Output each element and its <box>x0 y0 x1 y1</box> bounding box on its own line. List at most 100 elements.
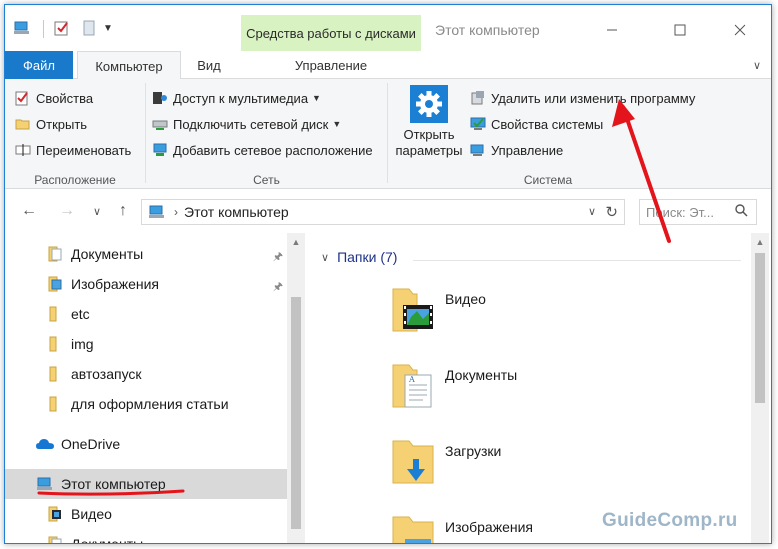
folder-downloads[interactable]: Загрузки <box>389 437 501 485</box>
rename-label: Переименовать <box>36 142 132 158</box>
network-drive-icon <box>152 116 168 132</box>
pin-icon[interactable]: 🖈 <box>273 248 283 267</box>
explorer-window: ▼ Средства работы с дисками Этот компьют… <box>4 4 772 544</box>
minimize-button[interactable] <box>589 15 635 45</box>
nav-scrollbar[interactable]: ▲ <box>287 233 305 543</box>
ribbon: Свойства Открыть Переименовать Расположе… <box>5 79 771 189</box>
nav-item-label: Документы <box>71 246 144 262</box>
contextual-tab-disk-tools[interactable]: Средства работы с дисками <box>241 15 421 51</box>
rename-button[interactable]: Переименовать <box>15 139 131 161</box>
nav-item-onedrive[interactable]: OneDrive <box>5 429 287 459</box>
forward-arrow-icon[interactable]: → <box>57 201 77 221</box>
content-scrollbar[interactable]: ▲ <box>751 233 769 543</box>
system-properties-button[interactable]: Свойства системы <box>470 113 603 135</box>
media-access-button[interactable]: Доступ к мультимедиа ▼ <box>152 87 321 109</box>
properties-check-icon[interactable] <box>53 18 71 38</box>
address-chevron-icon[interactable]: › <box>174 205 178 219</box>
ribbon-group-network: Доступ к мультимедиа ▼ Подключить сетево… <box>146 79 387 189</box>
nav-item-etc[interactable]: etc <box>5 299 287 329</box>
new-folder-icon[interactable] <box>81 18 97 38</box>
nav-item-label: img <box>71 336 94 352</box>
media-access-dropdown-icon: ▼ <box>312 93 321 103</box>
properties-button[interactable]: Свойства <box>15 87 93 109</box>
ribbon-group-location-label: Расположение <box>34 173 116 187</box>
media-server-icon <box>152 90 168 106</box>
folders-group-header[interactable]: ∨ Папки (7) <box>321 249 397 265</box>
system-properties-icon <box>470 116 486 132</box>
folder-label: Изображения <box>445 519 533 535</box>
nav-scrollbar-thumb[interactable] <box>291 297 301 529</box>
refresh-icon[interactable]: ↻ <box>605 203 618 221</box>
nav-item-img[interactable]: img <box>5 329 287 359</box>
uninstall-program-label: Удалить или изменить программу <box>491 90 696 106</box>
ribbon-expand-chevron-icon[interactable]: ∨ <box>753 59 761 72</box>
pin-icon[interactable]: 🖈 <box>273 278 283 297</box>
address-pc-icon <box>148 204 166 220</box>
close-button[interactable] <box>717 15 763 45</box>
add-network-location-label: Добавить сетевое расположение <box>173 142 373 158</box>
video-folder-icon <box>47 506 65 522</box>
scroll-up-arrow-icon[interactable]: ▲ <box>287 233 305 251</box>
address-bar[interactable]: › Этот компьютер ∨ ↻ <box>141 199 625 225</box>
nav-item-images[interactable]: Изображения 🖈 <box>5 269 287 299</box>
quick-access-dropdown-icon[interactable]: ▼ <box>103 18 113 38</box>
nav-item-article-design[interactable]: для оформления статьи <box>5 389 287 419</box>
uninstall-program-icon <box>470 90 486 106</box>
folder-documents[interactable]: A Документы <box>389 361 517 409</box>
tab-file[interactable]: Файл <box>5 51 73 79</box>
settings-gear-icon <box>410 85 448 123</box>
scroll-up-arrow-icon[interactable]: ▲ <box>751 233 769 251</box>
nav-subitem-documents[interactable]: Документы <box>5 529 287 544</box>
content-pane: ∨ Папки (7) Видео A Документы Загрузки И… <box>305 233 771 543</box>
nav-subitem-video[interactable]: Видео <box>5 499 287 529</box>
this-pc-icon <box>35 476 55 492</box>
tab-manage[interactable]: Управление <box>241 51 421 79</box>
nav-item-label: Документы <box>71 536 144 544</box>
nav-item-label: Изображения <box>71 276 159 292</box>
open-folder-icon <box>15 116 31 132</box>
open-settings-button[interactable]: Открыть параметры <box>392 85 466 159</box>
downloads-folder-icon <box>389 437 437 485</box>
ribbon-group-network-label: Сеть <box>253 173 280 187</box>
search-input[interactable]: Поиск: Эт... <box>639 199 757 225</box>
nav-item-documents[interactable]: Документы 🖈 <box>5 239 287 269</box>
quick-access-pc-icon[interactable] <box>13 18 31 38</box>
folder-icon <box>47 336 65 352</box>
open-settings-label-line2: параметры <box>395 143 463 158</box>
search-icon[interactable] <box>735 204 748 220</box>
folder-label: Загрузки <box>445 443 502 459</box>
open-label: Открыть <box>36 116 88 132</box>
up-arrow-icon[interactable]: ↑ <box>113 201 133 221</box>
nav-item-label: Этот компьютер <box>61 476 166 492</box>
documents-folder-icon: A <box>389 361 437 409</box>
folder-video[interactable]: Видео <box>389 285 486 333</box>
images-folder-icon <box>47 276 65 292</box>
back-arrow-icon[interactable]: ← <box>19 201 39 221</box>
folder-label: Документы <box>445 367 518 383</box>
recent-locations-chevron-icon[interactable]: ∨ <box>87 201 107 221</box>
address-dropdown-icon[interactable]: ∨ <box>588 205 596 218</box>
nav-item-label: для оформления статьи <box>71 396 229 412</box>
add-network-location-button[interactable]: Добавить сетевое расположение <box>152 139 373 161</box>
group-divider <box>413 260 741 261</box>
content-scrollbar-thumb[interactable] <box>755 253 765 403</box>
uninstall-program-button[interactable]: Удалить или изменить программу <box>470 87 695 109</box>
map-drive-dropdown-icon: ▼ <box>332 119 342 129</box>
manage-label: Управление <box>491 142 564 158</box>
tab-view[interactable]: Вид <box>181 51 237 79</box>
title-bar: ▼ Средства работы с дисками Этот компьют… <box>5 5 771 51</box>
tab-computer[interactable]: Компьютер <box>77 51 181 80</box>
nav-item-autorun[interactable]: автозапуск <box>5 359 287 389</box>
nav-item-this-pc[interactable]: Этот компьютер <box>5 469 287 499</box>
group-collapse-chevron-icon[interactable]: ∨ <box>321 251 329 264</box>
media-access-label: Доступ к мультимедиа <box>173 90 309 106</box>
map-drive-button[interactable]: Подключить сетевой диск ▼ <box>152 113 341 135</box>
open-button[interactable]: Открыть <box>15 113 87 135</box>
rename-icon <box>15 142 31 158</box>
address-row: ← → ∨ ↑ › Этот компьютер ∨ ↻ Поиск: Эт..… <box>5 189 771 233</box>
navigation-pane: Документы 🖈 Изображения 🖈 etc img автоза… <box>5 233 305 544</box>
search-placeholder: Поиск: Эт... <box>646 204 714 220</box>
manage-button[interactable]: Управление <box>470 139 563 161</box>
maximize-button[interactable] <box>657 15 703 45</box>
folder-images[interactable]: Изображения <box>389 513 533 543</box>
